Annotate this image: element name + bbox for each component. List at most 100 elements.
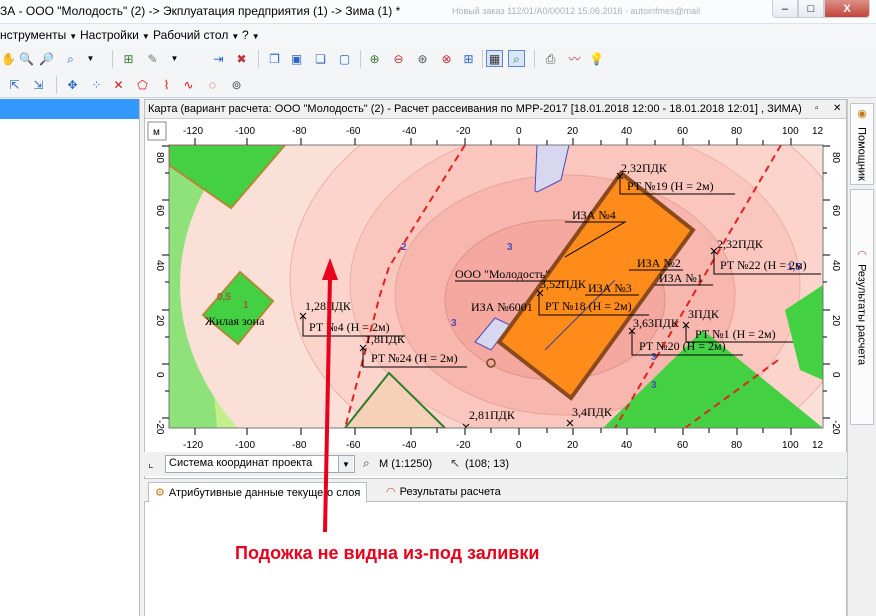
minimize-button[interactable]: – — [772, 0, 798, 18]
tick-label: -60 — [346, 440, 361, 451]
close-button[interactable]: X — [824, 0, 870, 18]
map-plot: 1 3 3 2 1,5 0,5 3 3 2,32ПДК РТ №19 (Н = … — [169, 145, 823, 428]
tick-label: 80 — [731, 126, 743, 137]
toolbar-separator — [258, 50, 259, 68]
menu-desktop[interactable]: Рабочий стол ▼ — [153, 28, 239, 42]
tick-label: -80 — [292, 126, 307, 137]
graph-icon[interactable]: 〰 — [566, 50, 583, 67]
chevron-down-icon: ▼ — [251, 32, 260, 41]
find-icon[interactable]: ⌕ — [508, 50, 525, 67]
chevron-down-icon[interactable]: ▼ — [166, 50, 183, 67]
delete-layer-icon[interactable]: ✖ — [233, 50, 250, 67]
map-close-button[interactable]: ✕ — [833, 103, 841, 114]
calc-point-value: 2,81ПДК — [469, 408, 516, 422]
chevron-down-icon: ▼ — [69, 32, 78, 41]
tick-label: 100 — [782, 126, 799, 137]
window-titlebar: ЗА - ООО "Молодость" (2) -> Экплуатация … — [0, 0, 876, 24]
zoom-in-icon[interactable]: 🔍 — [18, 50, 35, 67]
zoom-window-icon[interactable]: ⌕ — [62, 50, 79, 67]
chevron-down-icon[interactable]: ▼ — [82, 50, 99, 67]
main-toolbar: ✋ 🔍 🔎 ⌕ ▼ ⊞ ✎ ▼ ⇥ ✖ ❐ ▣ ❏ ▢ ⊕ ⊖ ⊛ ⊗ ⊞ ▦ … — [0, 46, 876, 72]
calc-point-name: РТ №18 (Н = 2м) — [545, 299, 632, 313]
add-point-icon[interactable]: ⊕ — [366, 50, 383, 67]
map-canvas[interactable]: 1 3 3 2 1,5 0,5 3 3 2,32ПДК РТ №19 (Н = … — [145, 120, 846, 476]
calc-point-name: РТ №20 (Н = 2м) — [639, 339, 726, 353]
tick-label: -20 — [154, 420, 165, 435]
menu-bar: нструменты ▼ Настройки ▼ Рабочий стол ▼ ? ▼ — [0, 24, 876, 46]
side-tab-results[interactable]: ◠ Результаты расчета — [850, 189, 874, 425]
calc-point-name: РТ №24 (Н = 2м) — [371, 351, 458, 365]
tick-label: -20 — [830, 420, 841, 435]
menu-help[interactable]: ? ▼ — [242, 28, 260, 42]
select-area-icon[interactable]: ▦ — [486, 50, 503, 67]
add-layer-icon[interactable]: ⊞ — [120, 50, 137, 67]
isoline-label: 3 — [651, 380, 657, 391]
window-arrange-icon[interactable]: ❏ — [312, 50, 329, 67]
map-titlebar: Карта (вариант расчета: ООО "Молодость" … — [145, 100, 846, 119]
circle-icon[interactable]: ◌ — [204, 76, 221, 93]
right-side-tabs: ◉ Помощник ◠ Результаты расчета — [847, 99, 876, 616]
right-ruler — [823, 120, 846, 456]
remove-point-icon[interactable]: ⊖ — [390, 50, 407, 67]
delete-object-icon[interactable]: ✕ — [110, 76, 127, 93]
export-icon[interactable]: ⇥ — [210, 50, 227, 67]
move-icon[interactable]: ✥ — [64, 76, 81, 93]
menu-settings[interactable]: Настройки ▼ — [80, 28, 150, 42]
pan-icon[interactable]: ✋ — [0, 50, 17, 67]
point-delete-icon[interactable]: ⊗ — [438, 50, 455, 67]
edit-toolbar: ⇱ ⇲ ✥ ⁘ ✕ ⬠ ⌇ ∿ ◌ ⊚ — [0, 72, 876, 98]
point-grid-icon[interactable]: ⊞ — [460, 50, 477, 67]
point-settings-icon[interactable]: ⊛ — [414, 50, 431, 67]
tick-label: 40 — [621, 440, 633, 451]
print-icon[interactable]: ⎙ — [542, 50, 559, 67]
vertex-edit-icon[interactable]: ⁘ — [88, 76, 105, 93]
window-close-all-icon[interactable]: ▢ — [336, 50, 353, 67]
source-label: ИЗА №2 — [637, 256, 681, 270]
chevron-down-icon[interactable]: ▼ — [338, 456, 353, 472]
isoline-label: 0,5 — [217, 292, 231, 303]
tick-label: 0 — [516, 126, 522, 137]
calc-point-value: 3ПДК — [688, 307, 720, 321]
calc-point-value: 2,32ПДК — [621, 161, 668, 175]
tick-label: 60 — [677, 440, 689, 451]
curve-icon[interactable]: ∿ — [180, 76, 197, 93]
window-title-extra: Новый заказ 112/01/А0/00012 15.06.2016 ·… — [452, 6, 701, 16]
select-icon[interactable]: ⇱ — [6, 76, 23, 93]
isoline-label: 1 — [243, 300, 249, 311]
rainbow-icon: ◠ — [855, 248, 868, 262]
magnifier-icon: ⌕ — [363, 456, 370, 470]
toolbar-separator — [482, 50, 483, 68]
target-icon[interactable]: ⊚ — [228, 76, 245, 93]
side-tab-helper[interactable]: ◉ Помощник — [850, 103, 874, 185]
unit-label: м — [153, 127, 160, 138]
select-move-icon[interactable]: ⇲ — [30, 76, 47, 93]
tick-label: 40 — [621, 126, 633, 137]
edit-layer-icon[interactable]: ✎ — [144, 50, 161, 67]
isoline-label: 3 — [651, 352, 657, 363]
maximize-button[interactable]: □ — [798, 0, 824, 18]
calc-point-value: 1,28ПДК — [305, 299, 352, 313]
lightbulb-icon[interactable]: 💡 — [588, 50, 605, 67]
tick-label: 60 — [677, 126, 689, 137]
map-restore-button[interactable]: ▫ — [815, 103, 819, 114]
draw-line-icon[interactable]: ⌇ — [158, 76, 175, 93]
window-tile-icon[interactable]: ▣ — [288, 50, 305, 67]
tick-label: 0 — [830, 372, 841, 378]
chevron-down-icon: ▼ — [141, 32, 150, 41]
tick-label: 12 — [812, 126, 824, 137]
selected-tree-item[interactable] — [0, 99, 139, 119]
tick-label: -60 — [346, 126, 361, 137]
window-cascade-icon[interactable]: ❐ — [266, 50, 283, 67]
coord-axes-icon: ⌞ — [148, 456, 154, 470]
isoline-label: 3 — [507, 242, 513, 253]
tick-label: -100 — [235, 440, 255, 451]
menu-tools[interactable]: нструменты ▼ — [0, 28, 77, 42]
tab-calculation-results[interactable]: ◠ Результаты расчета — [380, 482, 507, 502]
polygon-icon[interactable]: ⬠ — [134, 76, 151, 93]
tick-label: 100 — [782, 440, 799, 451]
coord-system-select[interactable]: Система координат проекта — [165, 455, 355, 473]
calc-point-value: 3,63ПДК — [633, 316, 680, 330]
tab-attribute-data[interactable]: ⚙ Атрибутивные данные текущего слоя — [148, 482, 368, 502]
tick-label: -100 — [235, 126, 255, 137]
zoom-out-icon[interactable]: 🔎 — [38, 50, 55, 67]
